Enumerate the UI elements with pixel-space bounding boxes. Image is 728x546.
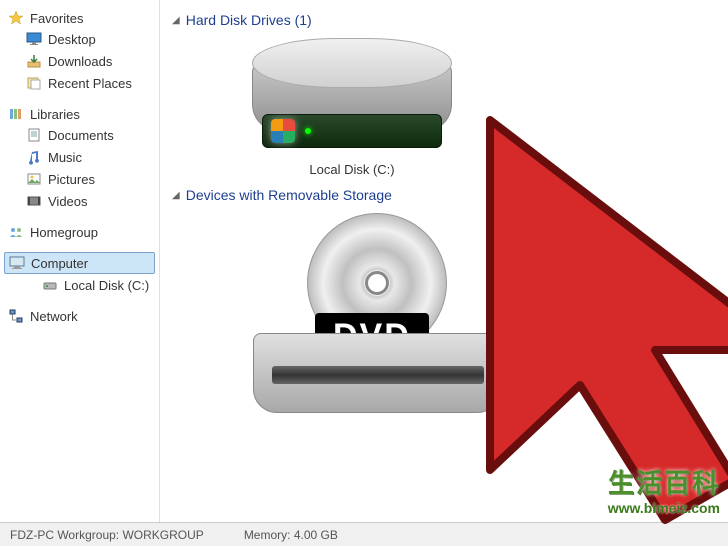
drive-label: Local Disk (C:) [309, 162, 394, 177]
section-title: Hard Disk Drives (1) [186, 12, 312, 28]
watermark-url: www.bimeiz.com [608, 500, 720, 516]
hdd-icon [42, 277, 58, 293]
removable-section-header[interactable]: ◢ Devices with Removable Storage [172, 187, 716, 203]
section-title: Devices with Removable Storage [186, 187, 392, 203]
nav-label: Videos [48, 194, 88, 209]
homegroup-header[interactable]: Homegroup [4, 222, 155, 242]
nav-label: Desktop [48, 32, 96, 47]
libraries-label: Libraries [30, 107, 80, 122]
nav-label: Recent Places [48, 76, 132, 91]
desktop-icon [26, 31, 42, 47]
computer-icon [9, 255, 25, 271]
sidebar-item-recent[interactable]: Recent Places [4, 72, 155, 94]
status-workgroup: FDZ-PC Workgroup: WORKGROUP [10, 528, 204, 542]
favorites-label: Favorites [30, 11, 83, 26]
status-bar: FDZ-PC Workgroup: WORKGROUP Memory: 4.00… [0, 522, 728, 546]
sidebar-item-videos[interactable]: Videos [4, 190, 155, 212]
watermark: 生活百科 www.bimeiz.com [608, 463, 720, 516]
nav-label: Pictures [48, 172, 95, 187]
homegroup-label: Homegroup [30, 225, 98, 240]
sidebar-item-pictures[interactable]: Pictures [4, 168, 155, 190]
watermark-title: 生活百科 [608, 463, 720, 500]
chevron-down-icon: ◢ [172, 15, 180, 26]
status-memory: Memory: 4.00 GB [244, 528, 338, 542]
favorites-header[interactable]: Favorites [4, 8, 155, 28]
computer-label: Computer [31, 256, 88, 271]
documents-icon [26, 127, 42, 143]
homegroup-group: Homegroup [4, 222, 155, 242]
computer-group: Computer Local Disk (C:) [4, 252, 155, 296]
sidebar-item-music[interactable]: Music [4, 146, 155, 168]
nav-label: Local Disk (C:) [64, 278, 149, 293]
network-group: Network [4, 306, 155, 326]
hdd-drive-icon [232, 38, 472, 158]
chevron-down-icon: ◢ [172, 190, 180, 201]
sidebar-item-desktop[interactable]: Desktop [4, 28, 155, 50]
recent-places-icon [26, 75, 42, 91]
star-icon [8, 10, 24, 26]
videos-icon [26, 193, 42, 209]
sidebar-item-documents[interactable]: Documents [4, 124, 155, 146]
sidebar-item-computer[interactable]: Computer [4, 252, 155, 274]
network-label: Network [30, 309, 78, 324]
music-icon [26, 149, 42, 165]
pictures-icon [26, 171, 42, 187]
navigation-pane: Favorites Desktop Downloads Recent Place… [0, 0, 160, 546]
favorites-group: Favorites Desktop Downloads Recent Place… [4, 8, 155, 94]
libraries-group: Libraries Documents Music Pictures Video… [4, 104, 155, 212]
network-icon [8, 308, 24, 324]
sidebar-item-local-disk[interactable]: Local Disk (C:) [4, 274, 155, 296]
sidebar-item-downloads[interactable]: Downloads [4, 50, 155, 72]
libraries-header[interactable]: Libraries [4, 104, 155, 124]
drive-dvd[interactable]: DVD [212, 213, 512, 413]
nav-label: Music [48, 150, 82, 165]
drive-local-disk[interactable]: Local Disk (C:) [212, 38, 492, 177]
homegroup-icon [8, 224, 24, 240]
libraries-icon [8, 106, 24, 122]
nav-label: Downloads [48, 54, 112, 69]
hdd-section-header[interactable]: ◢ Hard Disk Drives (1) [172, 12, 716, 28]
downloads-icon [26, 53, 42, 69]
nav-label: Documents [48, 128, 114, 143]
network-header[interactable]: Network [4, 306, 155, 326]
dvd-drive-icon: DVD [247, 213, 507, 413]
